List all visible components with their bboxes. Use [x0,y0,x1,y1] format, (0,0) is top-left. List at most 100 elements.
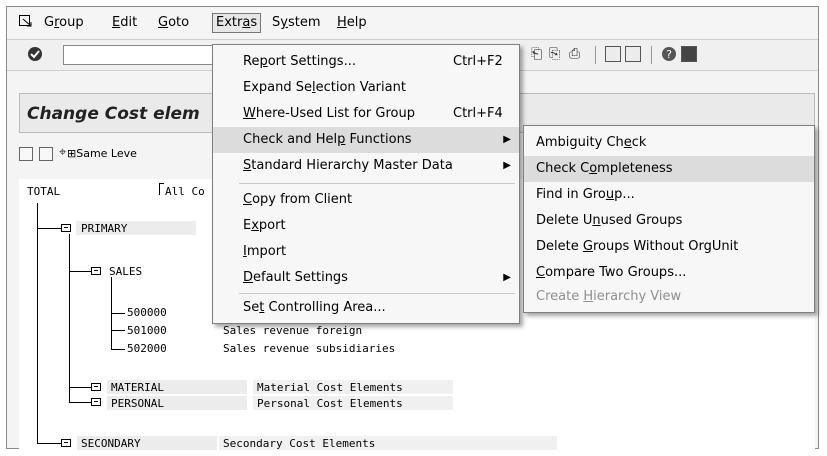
menu-item-set-controlling-area[interactable]: Set Controlling Area... [213,295,519,321]
layout-menu-icon[interactable] [681,46,697,62]
menu-edit[interactable]: Edit [109,14,140,32]
menu-item-label: Import [243,239,286,265]
tree-line [69,387,91,388]
menu-item-default-settings[interactable]: Default Settings ▶ [213,265,519,291]
menu-extras[interactable]: Extras [212,13,262,33]
menu-item-label: Set Controlling Area... [243,295,386,321]
label-mnemonic: W [243,106,256,121]
menu-item-label: Delete Unused Groups [536,208,682,234]
same-level-button[interactable]: ⊞Same Leve [67,147,137,160]
tree-node-total[interactable]: TOTAL [27,185,60,198]
label-post: Functions [345,132,412,147]
check-help-submenu: Ambiguity Check Check Completeness Find … [523,125,815,313]
submenu-item-check-completeness[interactable]: Check Completeness [524,156,814,182]
tree-node-personal[interactable]: PERSONAL [111,397,164,410]
page-first-icon[interactable]: ⎗ [531,46,542,62]
menu-label-post: dit [120,15,138,30]
tree-node-sales[interactable]: SALES [109,265,142,278]
label-pre: E [243,218,252,233]
shortcut-icon[interactable] [625,46,641,62]
submenu-item-find-in-group[interactable]: Find in Group... [524,182,814,208]
menu-help[interactable]: Help [334,14,370,32]
tree-line [111,313,125,314]
menu-goto[interactable]: Goto [155,14,192,32]
menu-item-expand-selection-variant[interactable]: Expand Selection Variant [213,75,519,101]
menu-item-check-and-help-functions[interactable]: Check and Help Functions ▶ [213,127,519,153]
bracket-line [159,183,164,184]
tree-leaf-502000[interactable]: 502000 [127,342,167,355]
menu-separator [239,183,515,184]
menu-item-where-used-list[interactable]: Where-Used List for Group Ctrl+F4 [213,101,519,127]
page-title: Change Cost elem [27,104,200,124]
submenu-item-delete-unused-groups[interactable]: Delete Unused Groups [524,208,814,234]
label-mnemonic: C [243,192,253,207]
menu-label-mnemonic: y [280,15,288,30]
tree-node-material-desc: Material Cost Elements [257,381,403,394]
label-mnemonic: o [589,161,598,176]
tree-line [37,203,38,443]
menu-group[interactable]: Group [41,14,87,32]
menu-label-mnemonic: G [158,15,169,30]
folder-icon[interactable] [91,398,101,406]
toolbar-separator [595,46,596,64]
menu-item-export[interactable]: Export [213,213,519,239]
tree-node-total-desc: All Co [165,185,205,198]
page-prev-icon[interactable]: ⎘ [549,46,560,62]
folder-icon[interactable] [91,267,101,275]
submenu-item-ambiguity-check[interactable]: Ambiguity Check [524,130,814,156]
folder-icon[interactable] [91,383,101,391]
folder-icon[interactable] [61,439,71,447]
menu-item-label: Default Settings [243,265,348,291]
label-post: used Groups [600,213,683,228]
tree-node-secondary[interactable]: SECONDARY [81,437,141,450]
label-post: ierarchy View [593,289,682,304]
label-mnemonic: u [605,187,615,202]
menu-label-post: stem [287,15,321,30]
collapse-subtree-icon[interactable] [39,147,53,161]
label-pre: Delete U [536,213,593,228]
menu-item-import[interactable]: Import [213,239,519,265]
menu-item-standard-hierarchy-master-data[interactable]: Standard Hierarchy Master Data ▶ [213,153,519,179]
help-icon[interactable]: ? [661,46,677,62]
label-post: Controlling Area... [264,300,386,315]
menu-label-pre: Extr [216,15,243,30]
select-icon[interactable]: ⌖ [59,145,66,160]
label-post: port [258,218,286,233]
label-post: mpleteness [597,161,673,176]
menu-system[interactable]: System [269,14,324,32]
menu-label-post: oup [59,15,84,30]
label-post: opy from Client [252,192,353,207]
label-pre: Check C [536,161,590,176]
command-field[interactable] [63,45,225,65]
expand-subtree-icon[interactable] [19,147,33,161]
menu-arrow-icon[interactable] [19,15,33,27]
label-post: ck [631,135,647,150]
sap-window: Group Edit Goto Extras System Help ⎗ ⎘ ⎙ [6,6,819,450]
tree-leaf-501000[interactable]: 501000 [127,324,167,337]
tree-node-primary[interactable]: PRIMARY [81,222,127,235]
menu-item-label: Find in Group... [536,182,635,208]
menu-separator [239,293,515,294]
tree-node-material[interactable]: MATERIAL [111,381,164,394]
menu-label-pre: G [44,15,55,30]
label-mnemonic: n [592,213,601,228]
label-pre: Re [243,54,260,69]
page-next-icon[interactable]: ⎙ [569,46,580,62]
menu-bar: Group Edit Goto Extras System Help [7,7,818,37]
menu-label-post: s [250,15,258,30]
label-post: ection Variant [315,80,406,95]
folder-icon[interactable] [61,224,71,232]
submenu-item-compare-two-groups[interactable]: Compare Two Groups... [524,260,814,286]
submenu-item-delete-groups-without-orgunit[interactable]: Delete Groups Without OrgUnit [524,234,814,260]
enter-check-icon[interactable] [27,46,43,62]
label-mnemonic: G [582,239,593,254]
create-session-icon[interactable] [605,46,621,62]
extras-menu: Report Settings... Ctrl+F2 Expand Select… [212,44,520,324]
label-pre: Create [536,289,584,304]
menu-item-copy-from-client[interactable]: Copy from Client [213,187,519,213]
label-post: p... [614,187,635,202]
label-mnemonic: H [583,289,594,304]
label-post: mport [246,244,287,259]
menu-item-report-settings[interactable]: Report Settings... Ctrl+F2 [213,49,519,75]
tree-leaf-500000[interactable]: 500000 [127,306,167,319]
